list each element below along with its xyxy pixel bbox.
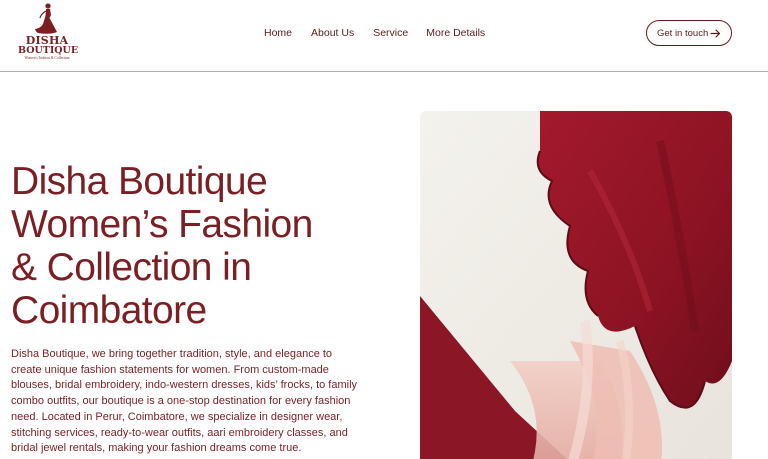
arrow-right-icon	[710, 29, 721, 38]
nav-item-home[interactable]: Home	[264, 25, 292, 41]
get-in-touch-label: Get in touch	[657, 27, 709, 39]
nav-item-service[interactable]: Service	[373, 25, 408, 41]
hero-title-line: Disha Boutique	[11, 160, 268, 203]
get-in-touch-button[interactable]: Get in touch	[646, 20, 732, 46]
hero-title-line: Coimbatore	[11, 289, 207, 332]
hero-fabric-image	[420, 111, 732, 459]
hero-title-line: & Collection in	[11, 246, 252, 289]
brand-name-line2: BOUTIQUE	[18, 45, 79, 56]
hero-description: Disha Boutique, we bring together tradit…	[11, 348, 358, 455]
site-header: DISHA BOUTIQUE Women's Fashion & Collect…	[0, 0, 768, 72]
fabric-illustration	[420, 111, 732, 459]
nav-item-about-us[interactable]: About Us	[311, 25, 354, 41]
brand-logo[interactable]: DISHA BOUTIQUE Women's Fashion & Collect…	[18, 2, 79, 64]
hero-title: Disha Boutique Women’s Fashion & Collect…	[11, 160, 411, 332]
main-nav: Home About Us Service More Details	[252, 25, 485, 41]
hero-title-line: Women’s Fashion	[11, 203, 313, 246]
brand-tagline: Women's Fashion & Collection	[24, 56, 70, 60]
dress-silhouette-icon	[35, 3, 57, 34]
nav-item-more-details[interactable]: More Details	[426, 25, 485, 41]
